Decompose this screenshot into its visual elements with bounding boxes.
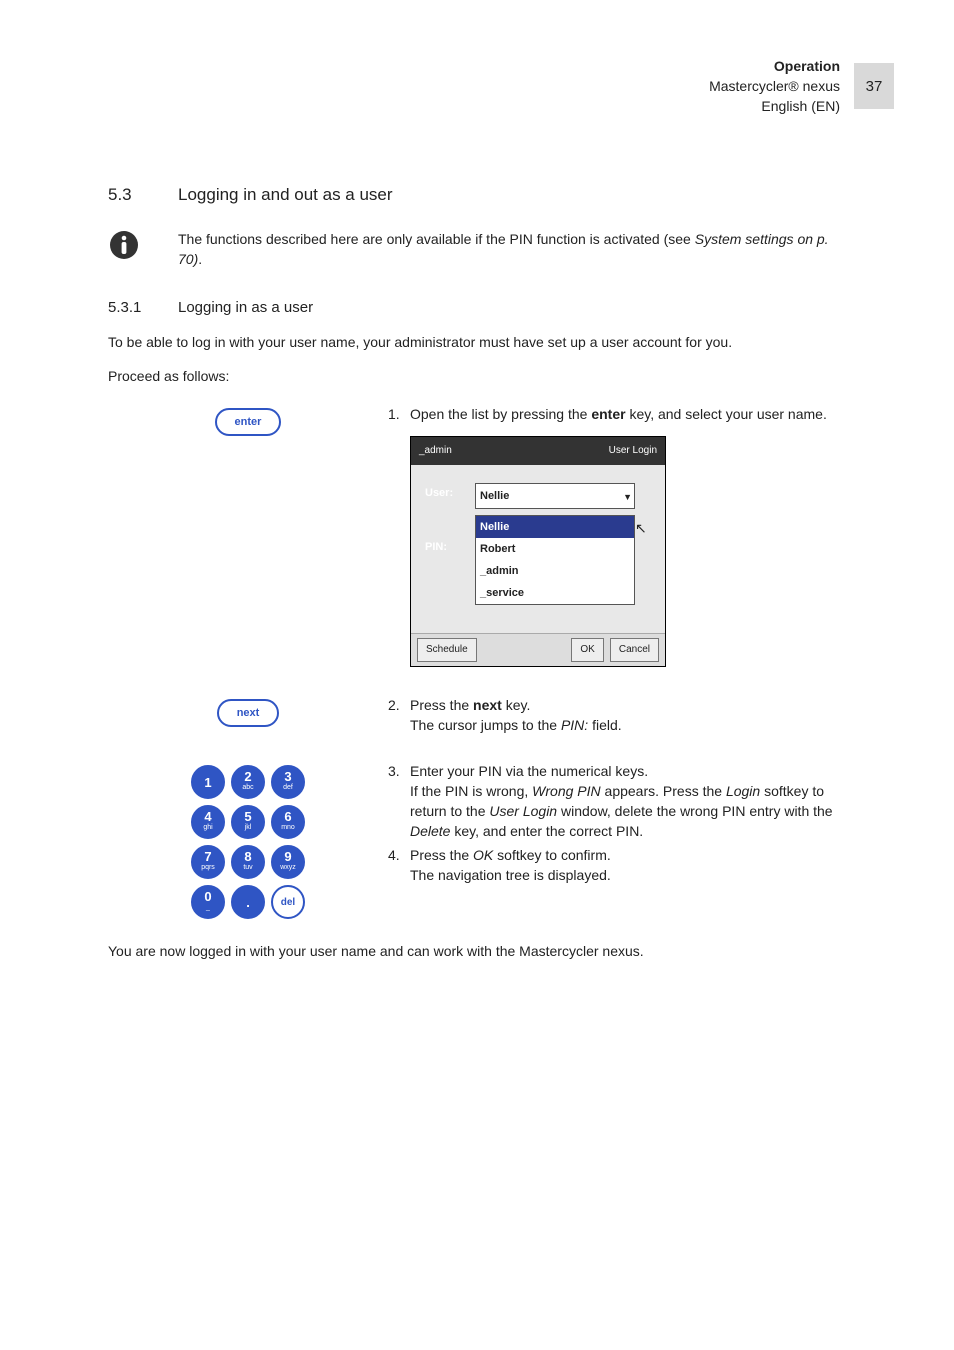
ss-breadcrumb: _admin [419, 441, 452, 461]
step-4: 4. Press the OK softkey to confirm. The … [388, 845, 848, 885]
list-item[interactable]: _admin [476, 560, 634, 582]
info-note: The functions described here are only av… [178, 229, 848, 269]
header-lang: English (EN) [709, 96, 840, 116]
page-number: 37 [854, 63, 894, 109]
login-screenshot: _admin User Login User: Nellie▼ PIN: Nel… [410, 436, 666, 667]
subsection-number: 5.3.1 [108, 299, 178, 316]
step-1: 1. Open the list by pressing the enter k… [388, 404, 848, 424]
ss-window-title: User Login [609, 441, 657, 461]
page-header: Operation Mastercycler® nexus English (E… [709, 56, 894, 116]
ss-ok-button[interactable]: OK [571, 638, 603, 662]
header-chapter: Operation [709, 56, 840, 76]
next-key-icon: next [217, 699, 280, 727]
chevron-down-icon: ▼ [623, 487, 632, 507]
subsection-title: Logging in as a user [178, 299, 313, 316]
ss-cancel-button[interactable]: Cancel [610, 638, 659, 662]
ss-pin-label: PIN: [425, 515, 475, 557]
section-number: 5.3 [108, 185, 178, 205]
del-key-icon: del [271, 885, 305, 919]
cursor-icon: ↖ [635, 515, 651, 535]
step-2: 2. Press the next key. The cursor jumps … [388, 695, 848, 735]
header-product: Mastercycler® nexus [709, 76, 840, 96]
list-item[interactable]: _service [476, 582, 634, 604]
ss-user-list[interactable]: Nellie Robert _admin _service [475, 515, 635, 605]
ss-user-label: User: [425, 483, 475, 503]
step-3: 3. Enter your PIN via the numerical keys… [388, 761, 848, 841]
intro-text-1: To be able to log in with your user name… [108, 332, 848, 352]
section-title: Logging in and out as a user [178, 185, 393, 205]
intro-text-2: Proceed as follows: [108, 366, 848, 386]
subsection-heading: 5.3.1 Logging in as a user [108, 299, 848, 316]
enter-key-icon: enter [215, 408, 282, 436]
ss-schedule-button[interactable]: Schedule [417, 638, 477, 662]
list-item[interactable]: Nellie [476, 516, 634, 538]
numeric-keypad-icon: 1 2abc 3def 4ghi 5jkl 6mno 7pqrs 8tuv 9w… [191, 765, 305, 919]
info-icon [108, 229, 178, 266]
outro-text: You are now logged in with your user nam… [108, 941, 848, 961]
list-item[interactable]: Robert [476, 538, 634, 560]
section-heading: 5.3 Logging in and out as a user [108, 185, 848, 205]
ss-user-dropdown[interactable]: Nellie▼ [475, 483, 635, 509]
